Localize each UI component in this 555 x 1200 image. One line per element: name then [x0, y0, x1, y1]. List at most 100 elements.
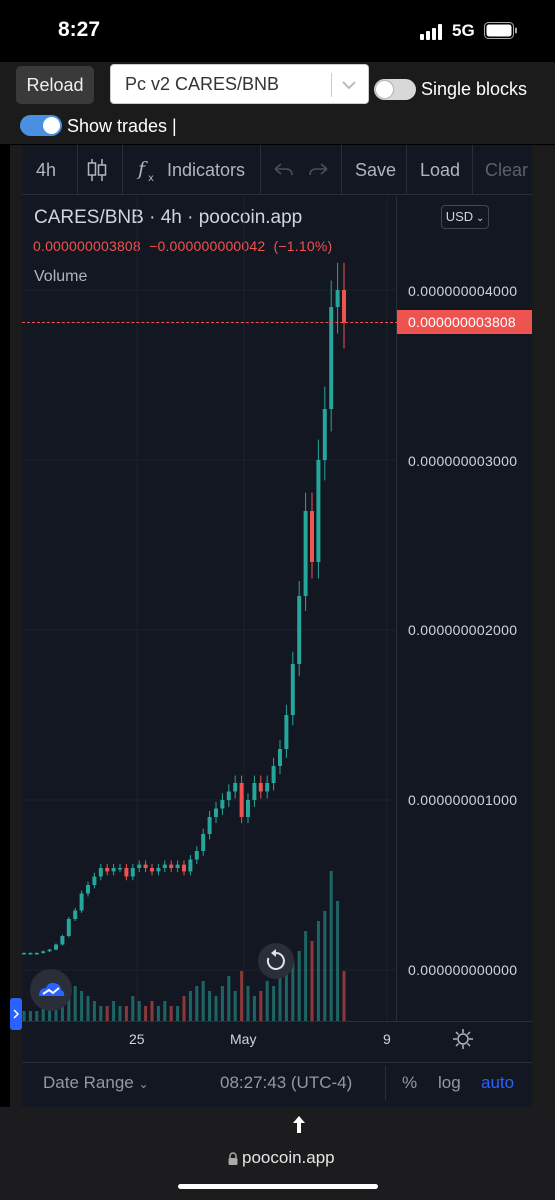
candle-body — [207, 817, 212, 834]
candle-body — [54, 944, 58, 950]
toolbar-divider — [122, 145, 123, 194]
volume-bar — [144, 1006, 148, 1021]
volume-bar — [22, 1011, 26, 1021]
undo-icon[interactable] — [272, 162, 294, 178]
volume-bar — [124, 1006, 128, 1021]
volume-bar — [182, 996, 186, 1021]
volume-bar — [297, 951, 301, 1021]
candle-body — [258, 783, 263, 792]
side-panel-toggle[interactable] — [10, 998, 22, 1030]
tradingview-logo-icon[interactable] — [30, 969, 72, 1011]
single-blocks-toggle[interactable] — [374, 79, 416, 100]
url-label[interactable]: poocoin.app — [242, 1148, 335, 1168]
toolbar-divider — [472, 145, 473, 194]
candle-body — [143, 864, 148, 868]
status-time: 8:27 — [58, 18, 101, 41]
bottom-bar-divider — [385, 1066, 386, 1100]
toolbar-divider — [341, 145, 342, 194]
date-range-button[interactable]: Date Range ⌄ — [43, 1073, 149, 1093]
redo-icon[interactable] — [308, 162, 330, 178]
candle-body — [335, 290, 340, 307]
candle-body — [201, 834, 206, 851]
toggle-knob — [376, 81, 393, 98]
volume-bar — [86, 996, 90, 1021]
candle-body — [252, 783, 257, 800]
current-price-label: 0.000000003808 — [397, 310, 532, 334]
currency-selector[interactable]: USD ⌄ — [441, 205, 489, 229]
log-toggle[interactable]: log — [438, 1073, 461, 1093]
y-tick-label: 0.000000002000 — [408, 622, 518, 638]
toggle-knob — [43, 117, 60, 134]
volume-bar — [214, 996, 218, 1021]
volume-bar — [35, 1011, 39, 1021]
candle-body — [86, 885, 90, 894]
interval-button[interactable]: 4h — [36, 160, 56, 181]
reset-chart-button[interactable] — [258, 943, 294, 979]
candle-body — [239, 783, 244, 817]
candle-body — [182, 864, 186, 872]
save-button[interactable]: Save — [355, 160, 396, 181]
svg-text:x: x — [148, 173, 154, 183]
y-tick-label: 0.000000003000 — [408, 453, 518, 469]
candle-body — [73, 910, 78, 919]
volume-bar — [131, 996, 135, 1021]
candle-body — [105, 868, 110, 872]
reload-button[interactable]: Reload — [16, 66, 94, 104]
candle-body — [47, 949, 52, 952]
battery-icon — [484, 22, 517, 39]
auto-toggle[interactable]: auto — [481, 1073, 514, 1093]
cloud-logo-icon — [39, 982, 65, 996]
y-tick-label: 0.000000000000 — [408, 962, 518, 978]
candle-body — [118, 868, 122, 870]
x-tick-label: May — [230, 1031, 257, 1047]
candle-body — [278, 749, 282, 766]
volume-bar — [28, 1011, 32, 1021]
volume-bar — [220, 986, 224, 1021]
y-tick-label: 0.000000004000 — [408, 283, 518, 299]
volume-bar — [188, 991, 192, 1021]
percent-toggle[interactable]: % — [402, 1073, 417, 1093]
settings-gear-icon[interactable] — [452, 1028, 474, 1050]
currency-label: USD — [445, 209, 474, 224]
cellular-signal-icon — [420, 24, 442, 40]
candle-body — [342, 290, 346, 323]
chevron-down-icon: ⌄ — [138, 1077, 149, 1091]
candle-body — [111, 868, 116, 872]
clear-button[interactable]: Clear — [485, 160, 528, 181]
volume-bar — [176, 1006, 180, 1021]
candles-icon[interactable] — [86, 157, 108, 183]
volume-bar — [304, 931, 308, 1021]
x-tick-label: 9 — [383, 1031, 391, 1047]
candle-body — [34, 953, 39, 955]
single-blocks-label: Single blocks — [421, 79, 528, 99]
volume-bar — [150, 1001, 154, 1021]
volume-bar — [137, 1001, 141, 1021]
volume-bar — [169, 1006, 173, 1021]
load-button[interactable]: Load — [420, 160, 460, 181]
toolbar-divider — [406, 145, 407, 194]
candle-body — [60, 936, 65, 945]
volume-bar — [112, 1001, 116, 1021]
toolbar-divider — [77, 145, 78, 194]
volume-bar — [259, 991, 263, 1021]
toolbar-divider — [260, 145, 261, 194]
indicators-button[interactable]: Indicators — [167, 160, 245, 181]
function-icon[interactable]: f x — [136, 157, 160, 183]
volume-bar — [240, 971, 244, 1021]
candle-body — [297, 596, 302, 664]
chevron-down-icon[interactable] — [339, 75, 359, 95]
volume-bar — [163, 1001, 167, 1021]
volume-bar — [99, 1006, 103, 1021]
pair-select[interactable]: Pc v2 CARES/BNB — [110, 64, 369, 104]
candle-body — [233, 783, 238, 792]
candle-body — [156, 868, 161, 872]
rotate-icon — [266, 949, 285, 970]
home-indicator — [178, 1184, 378, 1189]
price-chart[interactable] — [22, 196, 396, 1021]
chevron-right-icon — [13, 1009, 20, 1019]
share-arrow-icon[interactable] — [291, 1115, 307, 1135]
x-tick-label: 25 — [129, 1031, 145, 1047]
candle-body — [92, 876, 97, 885]
candle-body — [175, 864, 180, 868]
show-trades-toggle[interactable] — [20, 115, 62, 136]
